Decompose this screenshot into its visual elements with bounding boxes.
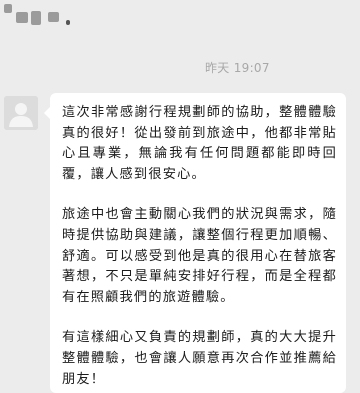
message-bubble[interactable]: 這次非常感謝行程規劃師的協助，整體體驗真的很好！從出發前到旅途中，他都非常貼心且…: [44, 93, 346, 393]
redacted-mark: [48, 12, 59, 22]
redacted-header-area: [0, 0, 360, 40]
redacted-mark: [66, 20, 70, 25]
redacted-mark: [16, 12, 28, 23]
redacted-mark: [31, 11, 41, 25]
default-user-avatar-icon: [4, 96, 38, 130]
redacted-mark: [4, 4, 12, 13]
message-timestamp: 昨天 19:07: [205, 61, 270, 75]
message-paragraph-3: 有這樣細心又負責的規劃師，真的大大提升整體體驗，也會讓人願意再次合作並推薦給朋友…: [62, 330, 337, 387]
sender-avatar[interactable]: [4, 96, 38, 130]
message-paragraph-2: 旅途中也會主動關心我們的狀況與需求，隨時提供協助與建議，讓整個行程更加順暢、舒適…: [62, 207, 337, 305]
message-paragraph-1: 這次非常感謝行程規劃師的協助，整體體驗真的很好！從出發前到旅途中，他都非常貼心且…: [62, 105, 337, 182]
